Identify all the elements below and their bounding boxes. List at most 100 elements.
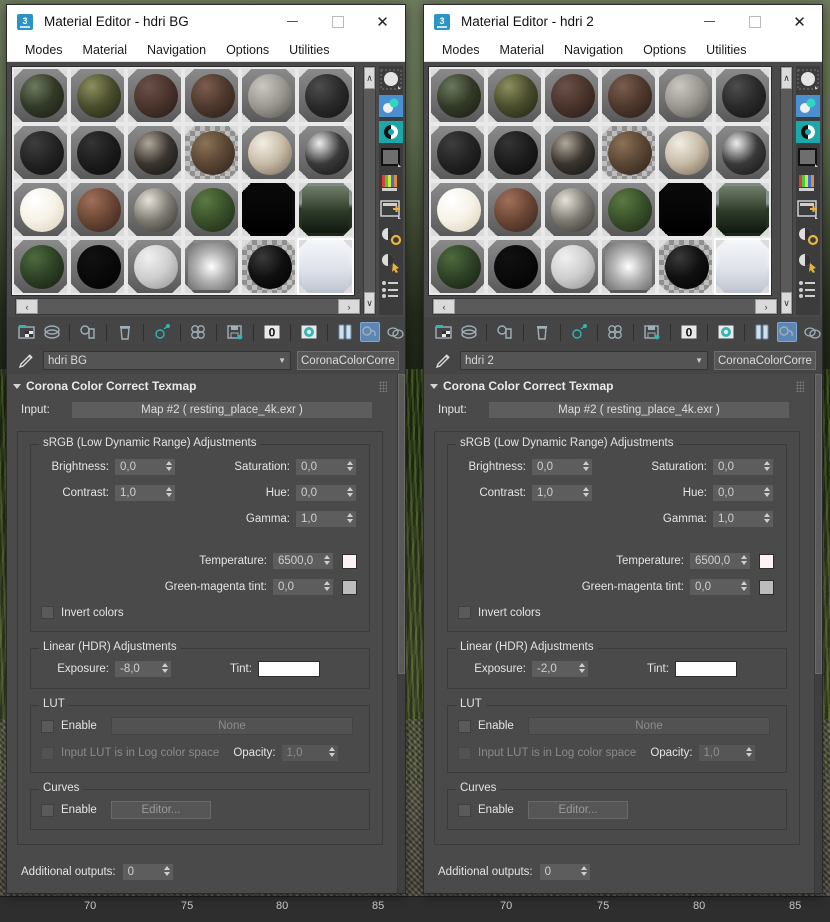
material-slot[interactable] xyxy=(240,67,297,124)
reset-map-icon[interactable] xyxy=(152,322,172,342)
material-slot[interactable] xyxy=(12,238,69,295)
select-by-material-icon[interactable] xyxy=(796,251,820,273)
menu-modes[interactable]: Modes xyxy=(15,41,73,59)
put-to-library-icon[interactable] xyxy=(642,322,662,342)
hdr-tint-color-swatch[interactable] xyxy=(257,661,320,677)
gamma-spinner[interactable]: 1,0 xyxy=(712,510,774,528)
material-slot[interactable] xyxy=(12,124,69,181)
menu-utilities[interactable]: Utilities xyxy=(696,41,756,59)
temperature-spinner[interactable]: 6500,0 xyxy=(272,552,334,570)
temperature-color-swatch[interactable] xyxy=(759,553,774,569)
video-color-check-icon[interactable] xyxy=(796,173,820,195)
material-slot[interactable] xyxy=(126,181,183,238)
lut-opacity-spinner[interactable]: 1,0 xyxy=(280,744,339,762)
material-slot[interactable] xyxy=(657,67,714,124)
menu-options[interactable]: Options xyxy=(633,41,696,59)
contrast-spinner[interactable]: 1,0 xyxy=(531,484,593,502)
background-checker-icon[interactable] xyxy=(796,121,820,143)
saturation-spinner[interactable]: 0,0 xyxy=(295,458,357,476)
material-name-input[interactable]: hdri BG ▼ xyxy=(43,351,291,370)
lut-log-colorspace-checkbox[interactable] xyxy=(458,746,471,760)
material-slot[interactable] xyxy=(429,67,486,124)
input-map-field[interactable]: Map #2 ( resting_place_4k.exr ) xyxy=(488,401,790,419)
material-slot[interactable] xyxy=(486,67,543,124)
green-magenta-tint-color-swatch[interactable] xyxy=(759,579,774,595)
backlight-icon[interactable] xyxy=(379,95,403,117)
material-slot[interactable] xyxy=(126,67,183,124)
material-slot[interactable] xyxy=(183,67,240,124)
menu-material[interactable]: Material xyxy=(73,41,137,59)
material-slot[interactable] xyxy=(183,238,240,295)
invert-colors-checkbox[interactable] xyxy=(458,606,471,619)
backlight-icon[interactable] xyxy=(796,95,820,117)
material-slot[interactable] xyxy=(600,238,657,295)
material-slot[interactable] xyxy=(486,181,543,238)
show-shaded-material-in-viewport-icon[interactable] xyxy=(716,322,736,342)
material-slot[interactable] xyxy=(657,124,714,181)
maximize-button[interactable] xyxy=(315,5,360,38)
slots-scroll-right-button[interactable]: › xyxy=(338,299,360,314)
material-slot[interactable] xyxy=(486,238,543,295)
additional-outputs-spinner[interactable]: 0 xyxy=(121,863,174,881)
brightness-spinner[interactable]: 0,0 xyxy=(531,458,593,476)
material-slot[interactable] xyxy=(69,181,126,238)
eyedropper-icon[interactable] xyxy=(432,351,454,371)
hdr-tint-color-swatch[interactable] xyxy=(674,661,737,677)
material-slot[interactable] xyxy=(69,238,126,295)
temperature-spinner[interactable]: 6500,0 xyxy=(689,552,751,570)
green-magenta-tint-spinner[interactable]: 0,0 xyxy=(272,578,334,596)
window-titlebar[interactable]: 3 Material Editor - hdri 2 ✕ xyxy=(424,5,822,38)
minimize-button[interactable] xyxy=(687,5,732,38)
contrast-spinner[interactable]: 1,0 xyxy=(114,484,176,502)
material-slot[interactable] xyxy=(543,238,600,295)
material-slot[interactable] xyxy=(297,124,354,181)
curves-enable-checkbox[interactable] xyxy=(458,803,471,817)
material-slot[interactable] xyxy=(69,124,126,181)
slots-vertical-scrollbar[interactable]: ∧ ∨ xyxy=(363,66,376,315)
material-slot[interactable] xyxy=(714,238,771,295)
go-forward-to-sibling-icon[interactable] xyxy=(385,322,405,342)
lut-enable-checkbox[interactable] xyxy=(458,719,471,733)
eyedropper-icon[interactable] xyxy=(15,351,37,371)
rollout-toggle-icon[interactable] xyxy=(13,383,21,389)
lut-file-button[interactable]: None xyxy=(528,717,770,735)
menu-navigation[interactable]: Navigation xyxy=(137,41,216,59)
menu-modes[interactable]: Modes xyxy=(432,41,490,59)
material-slot[interactable] xyxy=(12,67,69,124)
make-preview-icon[interactable] xyxy=(796,199,820,221)
material-slot[interactable] xyxy=(429,238,486,295)
show-end-result-icon[interactable] xyxy=(752,322,772,342)
green-magenta-tint-spinner[interactable]: 0,0 xyxy=(689,578,751,596)
delete-material-icon[interactable] xyxy=(115,322,135,342)
material-slot[interactable] xyxy=(714,181,771,238)
material-slot[interactable] xyxy=(429,124,486,181)
video-color-check-icon[interactable] xyxy=(379,173,403,195)
material-slot[interactable] xyxy=(714,67,771,124)
maximize-button[interactable] xyxy=(732,5,777,38)
assign-material-to-selection-icon[interactable] xyxy=(78,322,98,342)
hue-spinner[interactable]: 0,0 xyxy=(712,484,774,502)
material-slot[interactable] xyxy=(600,67,657,124)
go-to-parent-icon[interactable] xyxy=(777,322,798,342)
green-magenta-tint-color-swatch[interactable] xyxy=(342,579,357,595)
invert-colors-checkbox[interactable] xyxy=(41,606,54,619)
rollout-header[interactable]: Corona Color Correct Texmap xyxy=(7,374,393,397)
put-to-library-icon[interactable] xyxy=(225,322,245,342)
material-slot[interactable] xyxy=(126,238,183,295)
sample-uv-tiling-icon[interactable] xyxy=(379,147,403,169)
reset-map-icon[interactable] xyxy=(569,322,589,342)
menu-utilities[interactable]: Utilities xyxy=(279,41,339,59)
material-type-button[interactable]: CoronaColorCorre xyxy=(297,351,399,370)
material-slot[interactable] xyxy=(240,181,297,238)
material-slot[interactable] xyxy=(297,181,354,238)
make-preview-icon[interactable] xyxy=(379,199,403,221)
material-id-channel-icon[interactable]: 0 xyxy=(679,322,699,342)
material-slot[interactable] xyxy=(543,181,600,238)
select-by-material-icon[interactable] xyxy=(379,251,403,273)
chevron-down-icon[interactable]: ▼ xyxy=(695,356,703,365)
hue-spinner[interactable]: 0,0 xyxy=(295,484,357,502)
menu-options[interactable]: Options xyxy=(216,41,279,59)
curves-enable-checkbox[interactable] xyxy=(41,803,54,817)
material-slot[interactable] xyxy=(183,181,240,238)
material-slots-grid[interactable] xyxy=(11,66,355,296)
